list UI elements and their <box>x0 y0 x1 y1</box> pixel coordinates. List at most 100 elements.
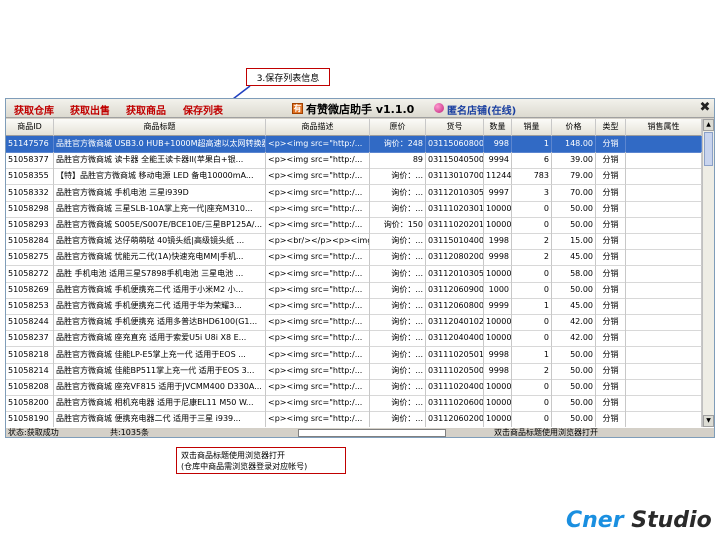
cell-product-title[interactable]: 品胜官方微商城 读卡器 全能王读卡器II(苹果白+银... <box>54 152 266 170</box>
cell-original-price: 询价：... <box>370 330 426 348</box>
table-row[interactable]: 51058269 品胜官方微商城 手机便携充二代 适用于小米M2 小... <p><… <box>6 281 702 299</box>
cell-item-code: 031150104001 <box>426 233 484 251</box>
table-row[interactable]: 51058214 品胜官方微商城 佳能BP511掌上充一代 适用于EOS 3...… <box>6 362 702 380</box>
save-list-button[interactable]: 保存列表 <box>183 102 223 117</box>
header-quantity[interactable]: 数量 <box>484 119 512 136</box>
table-row[interactable]: 51058200 品胜官方微商城 相机充电器 适用于尼康EL11 M50 W...… <box>6 395 702 413</box>
scroll-down-icon[interactable]: ▼ <box>703 415 714 427</box>
cell-product-title[interactable]: 品胜官方微商城 三星SLB-10A掌上充一代|座充M310... <box>54 200 266 218</box>
cell-product-title[interactable]: 品胜官方微商城 USB3.0 HUB+1000M超高速以太网转换器 <box>54 136 266 153</box>
cell-product-title[interactable]: 品胜官方微商城 佳能LP-E5掌上充一代 适用于EOS ... <box>54 346 266 364</box>
header-product-title[interactable]: 商品标题 <box>54 119 266 136</box>
cell-product-title[interactable]: 品胜 手机电池 适用三星S7898手机电池 三星电池 ... <box>54 265 266 283</box>
cell-type: 分销 <box>596 281 626 299</box>
cell-product-title[interactable]: 品胜官方微商城 达仔萌萌哒 40镜头纸|高级镜头纸 ... <box>54 233 266 251</box>
header-type[interactable]: 类型 <box>596 119 626 136</box>
cell-sales-attr <box>626 395 702 413</box>
table-row[interactable]: 51058190 品胜官方微商城 便携充电器二代 适用于三星 i939... <p>… <box>6 411 702 427</box>
product-table[interactable]: 商品ID 商品标题 商品描述 原价 货号 数量 销量 价格 类型 销售属性 51… <box>6 119 714 427</box>
cell-sales-attr <box>626 265 702 283</box>
header-price[interactable]: 价格 <box>552 119 596 136</box>
table-row[interactable]: 51058293 品胜官方微商城 S005E/S007E/BCE10E/三星BP1… <box>6 217 702 234</box>
cell-sales: 0 <box>512 314 552 332</box>
cell-product-desc: <p><img src="http:/... <box>266 184 370 202</box>
cell-product-title[interactable]: 品胜官方微商城 S005E/S007E/BCE10E/三星BP125A/... <box>54 217 266 234</box>
shop-status-icon <box>434 103 444 113</box>
cell-sales: 1 <box>512 346 552 364</box>
table-row[interactable]: 51058272 品胜 手机电池 适用三星S7898手机电池 三星电池 ... <p… <box>6 265 702 283</box>
cell-original-price: 询价：... <box>370 233 426 251</box>
cell-type: 分销 <box>596 184 626 202</box>
cell-sales: 6 <box>512 152 552 170</box>
cell-product-title[interactable]: 品胜官方微商城 手机便携充二代 适用于华为荣耀3... <box>54 298 266 315</box>
scroll-up-icon[interactable]: ▲ <box>703 119 714 131</box>
table-row[interactable]: 51058332 品胜官方微商城 手机电池 三星i939D <p><img src=… <box>6 184 702 202</box>
cell-quantity: 9999 <box>484 298 512 315</box>
cell-type: 分销 <box>596 362 626 380</box>
header-product-id[interactable]: 商品ID <box>6 119 54 136</box>
cell-item-code: 031120608005 <box>426 298 484 315</box>
cell-product-title[interactable]: 品胜官方微商城 手机便携充 适用多普达BHD6100(G1... <box>54 314 266 332</box>
cell-item-code: 031120103059 <box>426 265 484 283</box>
table-row[interactable]: 51058253 品胜官方微商城 手机便携充二代 适用于华为荣耀3... <p><i… <box>6 298 702 315</box>
cell-type: 分销 <box>596 136 626 153</box>
cell-original-price: 询价：... <box>370 314 426 332</box>
cell-product-id: 51147576 <box>6 136 54 153</box>
header-item-code[interactable]: 货号 <box>426 119 484 136</box>
table-row[interactable]: 51058208 品胜官方微商城 座充VF815 适用于JVCMM400 D330… <box>6 379 702 396</box>
cell-original-price: 询价：... <box>370 265 426 283</box>
header-product-desc[interactable]: 商品描述 <box>266 119 370 136</box>
cell-product-title[interactable]: 品胜官方微商城 座充VF815 适用于JVCMM400 D330A... <box>54 379 266 396</box>
brand-part-1: Cner <box>566 508 624 533</box>
cell-quantity: 9998 <box>484 362 512 380</box>
cell-price: 45.00 <box>552 249 596 267</box>
cell-quantity: 9994 <box>484 152 512 170</box>
cell-item-code: 031110205011 <box>426 346 484 364</box>
cell-item-code: 031120401029 <box>426 314 484 332</box>
cell-product-title[interactable]: 品胜官方微商城 手机便携充二代 适用于小米M2 小... <box>54 281 266 299</box>
cell-type: 分销 <box>596 411 626 427</box>
cell-sales-attr <box>626 346 702 364</box>
cell-sales-attr <box>626 379 702 396</box>
cell-item-code: 031110206009 <box>426 395 484 413</box>
table-row[interactable]: 51058218 品胜官方微商城 佳能LP-E5掌上充一代 适用于EOS ... <… <box>6 346 702 364</box>
cell-product-title[interactable]: 品胜官方微商城 相机充电器 适用于尼康EL11 M50 W... <box>54 395 266 413</box>
cell-type: 分销 <box>596 314 626 332</box>
vertical-scrollbar[interactable]: ▲ ▼ <box>702 119 714 427</box>
table-row[interactable]: 51058275 品胜官方微商城 忧能元二代(1A)快速充电MM|手机... <p>… <box>6 249 702 267</box>
cell-sales-attr <box>626 411 702 427</box>
header-original-price[interactable]: 原价 <box>370 119 426 136</box>
table-row[interactable]: 51058244 品胜官方微商城 手机便携充 适用多普达BHD6100(G1...… <box>6 314 702 332</box>
get-warehouse-button[interactable]: 获取仓库 <box>14 102 54 117</box>
table-row[interactable]: 51058284 品胜官方微商城 达仔萌萌哒 40镜头纸|高级镜头纸 ... <p>… <box>6 233 702 251</box>
table-row[interactable]: 51058298 品胜官方微商城 三星SLB-10A掌上充一代|座充M310...… <box>6 200 702 218</box>
cell-product-id: 51058253 <box>6 298 54 315</box>
get-products-button[interactable]: 获取商品 <box>126 102 166 117</box>
cell-product-desc: <p><img src="http:/... <box>266 217 370 234</box>
cell-sales-attr <box>626 281 702 299</box>
table-row[interactable]: 51058377 品胜官方微商城 读卡器 全能王读卡器II(苹果白+银... <p>… <box>6 152 702 170</box>
cell-product-title[interactable]: 【特】品胜官方微商城 移动电源 LED 备电10000mA... <box>54 168 266 186</box>
scroll-thumb[interactable] <box>704 132 713 166</box>
cell-product-title[interactable]: 品胜官方微商城 便携充电器二代 适用于三星 i939... <box>54 411 266 427</box>
table-row[interactable]: 51147576 品胜官方微商城 USB3.0 HUB+1000M超高速以太网转换… <box>6 136 702 153</box>
cell-sales: 1 <box>512 298 552 315</box>
table-row[interactable]: 51058355 【特】品胜官方微商城 移动电源 LED 备电10000mA...… <box>6 168 702 186</box>
get-on-sale-button[interactable]: 获取出售 <box>70 102 110 117</box>
cell-product-title[interactable]: 品胜官方微商城 手机电池 三星i939D <box>54 184 266 202</box>
close-icon[interactable]: ✖ <box>698 101 712 115</box>
cell-price: 58.00 <box>552 265 596 283</box>
cell-sales: 2 <box>512 249 552 267</box>
cell-sales: 2 <box>512 233 552 251</box>
header-sales[interactable]: 销量 <box>512 119 552 136</box>
header-sales-attr[interactable]: 销售属性 <box>626 119 702 136</box>
cell-product-id: 51058244 <box>6 314 54 332</box>
cell-product-title[interactable]: 品胜官方微商城 座充直充 适用于索爱U5i U8i X8 E... <box>54 330 266 348</box>
cell-product-title[interactable]: 品胜官方微商城 忧能元二代(1A)快速充电MM|手机... <box>54 249 266 267</box>
cell-product-id: 51058332 <box>6 184 54 202</box>
cell-quantity: 9998 <box>484 346 512 364</box>
cell-product-desc: <p><img src="http:/... <box>266 281 370 299</box>
cell-original-price: 询价：... <box>370 168 426 186</box>
cell-product-title[interactable]: 品胜官方微商城 佳能BP511掌上充一代 适用于EOS 3... <box>54 362 266 380</box>
table-row[interactable]: 51058237 品胜官方微商城 座充直充 适用于索爱U5i U8i X8 E..… <box>6 330 702 348</box>
